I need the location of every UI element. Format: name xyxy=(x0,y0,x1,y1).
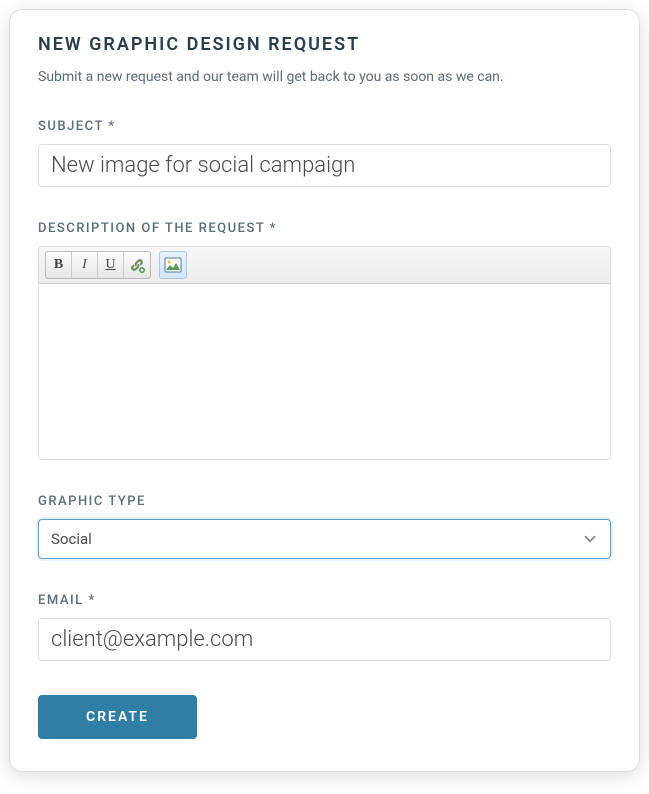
format-group: B I U xyxy=(45,251,151,279)
italic-button[interactable]: I xyxy=(72,252,98,278)
bold-button[interactable]: B xyxy=(46,252,72,278)
image-icon xyxy=(164,257,182,273)
email-label: EMAIL * xyxy=(38,593,611,608)
description-label: DESCRIPTION OF THE REQUEST * xyxy=(38,221,611,236)
link-button[interactable] xyxy=(124,252,150,278)
email-input[interactable] xyxy=(38,618,611,661)
description-textarea[interactable] xyxy=(39,284,610,459)
subject-input[interactable] xyxy=(38,144,611,187)
graphic-type-select[interactable]: Social xyxy=(38,519,611,559)
link-icon xyxy=(129,257,145,273)
form-subtitle: Submit a new request and our team will g… xyxy=(38,69,611,85)
image-button[interactable] xyxy=(159,251,187,279)
underline-button[interactable]: U xyxy=(98,252,124,278)
graphic-type-label: GRAPHIC TYPE xyxy=(38,494,611,509)
subject-label: SUBJECT * xyxy=(38,119,611,134)
editor-toolbar: B I U xyxy=(39,247,610,284)
graphic-type-wrap: Social xyxy=(38,519,611,559)
create-button[interactable]: CREATE xyxy=(38,695,197,739)
form-title: NEW GRAPHIC DESIGN REQUEST xyxy=(38,34,611,55)
request-form-card: NEW GRAPHIC DESIGN REQUEST Submit a new … xyxy=(10,10,639,771)
description-editor: B I U xyxy=(38,246,611,460)
